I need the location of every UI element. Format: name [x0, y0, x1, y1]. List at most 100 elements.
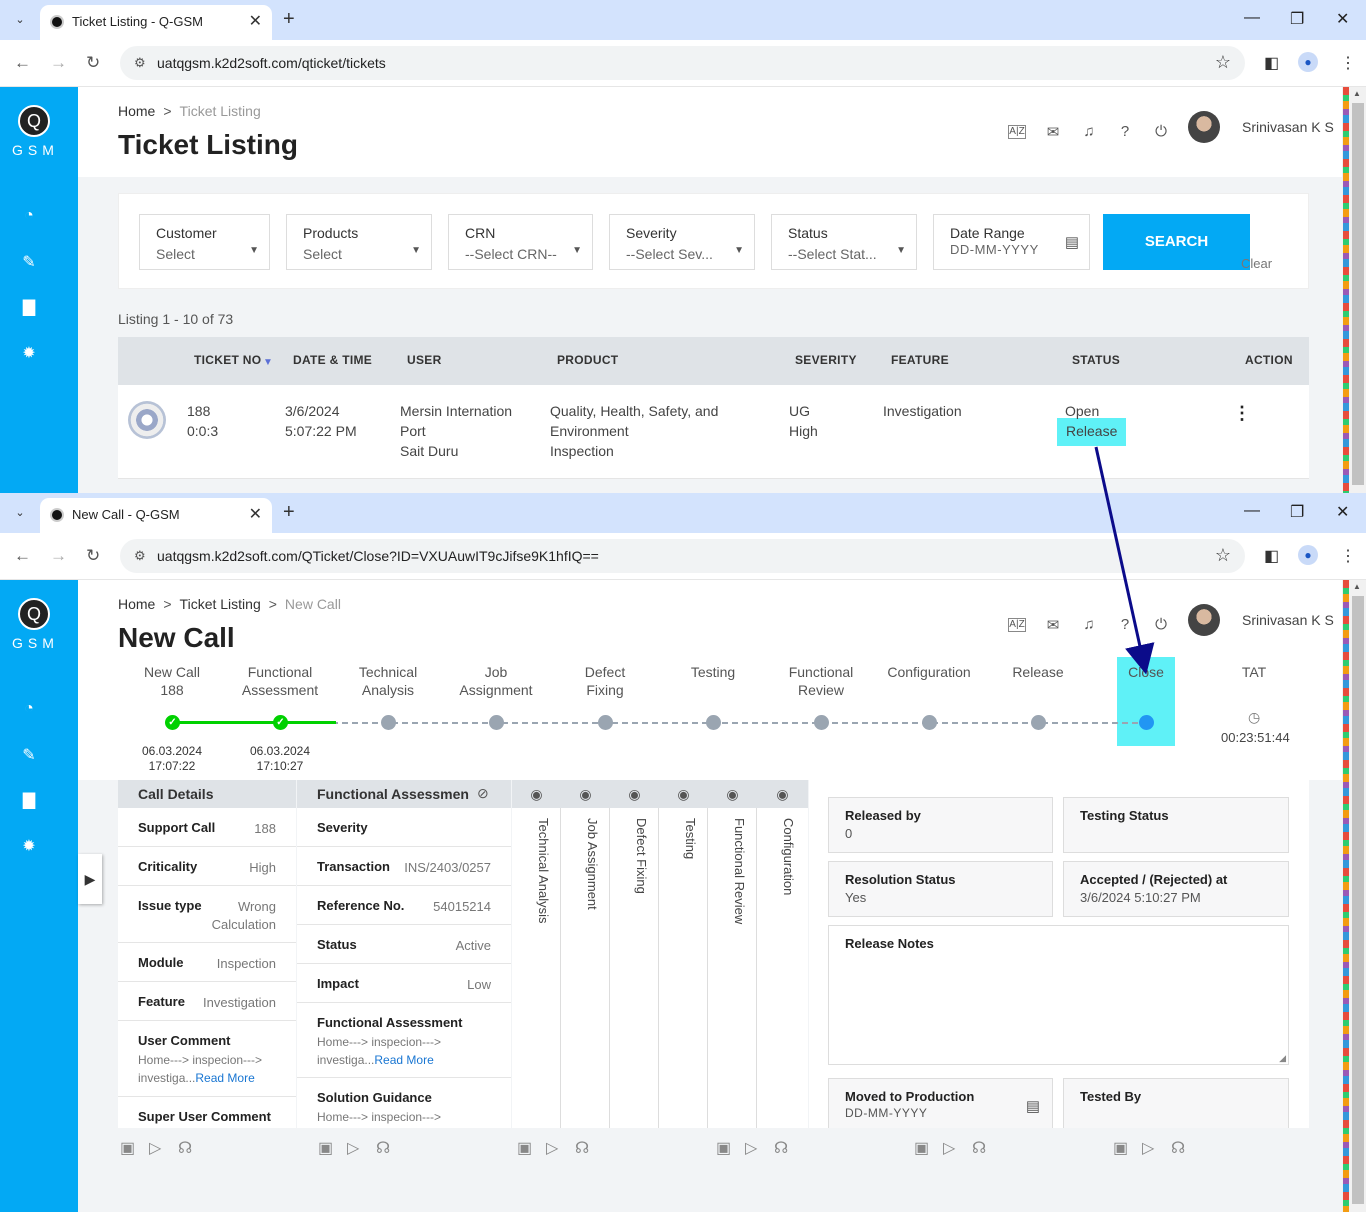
side-panel-icon[interactable]: ◧: [1264, 546, 1279, 566]
step-dot[interactable]: [1139, 715, 1154, 730]
vcol-functional-review[interactable]: ◉ Functional Review: [708, 780, 757, 1128]
ticket-icon[interactable]: ✎: [20, 252, 38, 271]
play-icon[interactable]: ▷: [149, 1138, 161, 1158]
eye-icon[interactable]: ◉: [757, 780, 808, 808]
step-dot[interactable]: [922, 715, 937, 730]
col-user[interactable]: USER: [407, 353, 442, 367]
new-tab-icon[interactable]: +: [283, 501, 295, 524]
eye-icon[interactable]: ◉: [708, 780, 757, 808]
col-ticket-no[interactable]: TICKET NO: [194, 353, 261, 367]
forward-icon[interactable]: →: [50, 53, 67, 73]
back-icon[interactable]: ←: [14, 53, 31, 73]
omnibox[interactable]: ⚙ uatqgsm.k2d2soft.com/qticket/tickets ☆: [120, 46, 1245, 80]
cell-status-release[interactable]: Release: [1066, 421, 1117, 441]
col-product[interactable]: PRODUCT: [557, 353, 618, 367]
dashboard-icon[interactable]: ◔: [20, 700, 38, 718]
play-icon[interactable]: ▷: [745, 1138, 757, 1158]
eye-icon[interactable]: ◉: [561, 780, 610, 808]
image-icon[interactable]: ▣: [716, 1138, 731, 1158]
site-info-icon[interactable]: ⚙: [134, 548, 146, 564]
help-icon[interactable]: ?: [1116, 616, 1134, 634]
browser-tab[interactable]: Ticket Listing - Q-GSM ✕: [40, 5, 272, 40]
step-label[interactable]: Close: [1091, 663, 1201, 681]
voice-icon[interactable]: ☊: [972, 1138, 986, 1158]
window-close-icon[interactable]: ✕: [1336, 9, 1349, 29]
image-icon[interactable]: ▣: [120, 1138, 135, 1158]
expand-panel-chevron-icon[interactable]: ▶: [78, 854, 102, 904]
forward-icon[interactable]: →: [50, 546, 67, 566]
table-row[interactable]: 188 0:0:3 3/6/2024 5:07:22 PM Mersin Int…: [118, 385, 1309, 479]
image-icon[interactable]: ▣: [517, 1138, 532, 1158]
tab-close-icon[interactable]: ✕: [249, 11, 262, 31]
read-more-link[interactable]: Read More: [195, 1071, 254, 1085]
tab-close-icon[interactable]: ✕: [249, 504, 262, 524]
moved-to-production-field[interactable]: Moved to Production DD-MM-YYYY ▤: [828, 1078, 1053, 1128]
vcol-defect-fixing[interactable]: ◉ Defect Fixing: [610, 780, 659, 1128]
user-name[interactable]: Srinivasan K S: [1242, 119, 1334, 135]
url-text[interactable]: uatqgsm.k2d2soft.com/qticket/tickets: [157, 55, 386, 71]
document-icon[interactable]: ▇: [20, 790, 38, 809]
step-dot[interactable]: [706, 715, 721, 730]
bookmark-star-icon[interactable]: ☆: [1215, 545, 1231, 566]
user-avatar[interactable]: [1188, 604, 1220, 636]
restore-icon[interactable]: ❐: [1290, 9, 1304, 29]
play-icon[interactable]: ▷: [347, 1138, 359, 1158]
reload-icon[interactable]: ↻: [86, 53, 100, 73]
products-select[interactable]: Products Select ▼: [286, 214, 432, 270]
step-label[interactable]: Functional Review: [766, 663, 876, 699]
calendar-icon[interactable]: ▤: [1065, 233, 1079, 251]
bell-icon[interactable]: ♫: [1080, 123, 1098, 141]
read-more-link[interactable]: Read More: [374, 1053, 433, 1067]
restore-icon[interactable]: ❐: [1290, 502, 1304, 522]
translate-icon[interactable]: A|Z: [1008, 125, 1026, 139]
col-status[interactable]: STATUS: [1072, 353, 1120, 367]
customer-select[interactable]: Customer Select ▼: [139, 214, 270, 270]
breadcrumb-home[interactable]: Home: [118, 596, 155, 612]
menu-kebab-icon[interactable]: ⋮: [1340, 53, 1356, 73]
calendar-icon[interactable]: ▤: [1026, 1097, 1040, 1115]
minimize-icon[interactable]: —: [1244, 9, 1260, 27]
clear-link[interactable]: Clear: [1241, 256, 1272, 271]
step-label[interactable]: Functional Assessment: [225, 663, 335, 699]
browser-tab[interactable]: New Call - Q-GSM ✕: [40, 498, 272, 533]
settings-gear-icon[interactable]: ✹: [20, 343, 38, 362]
step-label[interactable]: New Call 188: [117, 663, 227, 699]
minimize-icon[interactable]: —: [1244, 502, 1260, 520]
vcol-testing[interactable]: ◉ Testing: [659, 780, 708, 1128]
image-icon[interactable]: ▣: [1113, 1138, 1128, 1158]
step-label[interactable]: Configuration: [874, 663, 984, 681]
step-dot[interactable]: [381, 715, 396, 730]
severity-select[interactable]: Severity --Select Sev... ▼: [609, 214, 755, 270]
profile-icon[interactable]: ●: [1298, 545, 1318, 565]
eye-icon[interactable]: ◉: [610, 780, 659, 808]
step-label[interactable]: Job Assignment: [441, 663, 551, 699]
user-avatar[interactable]: [1188, 111, 1220, 143]
step-dot[interactable]: [1031, 715, 1046, 730]
release-notes-textarea[interactable]: Release Notes ◢: [828, 925, 1289, 1065]
eye-icon[interactable]: ◉: [659, 780, 708, 808]
step-label[interactable]: Testing: [658, 663, 768, 681]
power-icon[interactable]: ⏻: [1152, 616, 1170, 634]
translate-icon[interactable]: A|Z: [1008, 618, 1026, 632]
document-icon[interactable]: ▇: [20, 297, 38, 316]
voice-icon[interactable]: ☊: [1171, 1138, 1185, 1158]
eye-icon[interactable]: ◉: [512, 780, 561, 808]
tab-search-icon[interactable]: ⌄: [12, 12, 28, 28]
step-label[interactable]: Technical Analysis: [333, 663, 443, 699]
col-date-time[interactable]: DATE & TIME: [293, 353, 372, 367]
search-button[interactable]: SEARCH: [1103, 214, 1250, 270]
step-dot[interactable]: [489, 715, 504, 730]
play-icon[interactable]: ▷: [546, 1138, 558, 1158]
eye-slash-icon[interactable]: ⊘: [477, 785, 489, 802]
vcol-technical-analysis[interactable]: ◉ Technical Analysis: [512, 780, 561, 1128]
settings-gear-icon[interactable]: ✹: [20, 836, 38, 855]
status-select[interactable]: Status --Select Stat... ▼: [771, 214, 917, 270]
bell-icon[interactable]: ♫: [1080, 616, 1098, 634]
col-feature[interactable]: FEATURE: [891, 353, 949, 367]
omnibox[interactable]: ⚙ uatqgsm.k2d2soft.com/QTicket/Close?ID=…: [120, 539, 1245, 573]
site-info-icon[interactable]: ⚙: [134, 55, 146, 71]
step-label[interactable]: Release: [983, 663, 1093, 681]
side-panel-icon[interactable]: ◧: [1264, 53, 1279, 73]
back-icon[interactable]: ←: [14, 546, 31, 566]
url-text[interactable]: uatqgsm.k2d2soft.com/QTicket/Close?ID=VX…: [157, 548, 599, 564]
